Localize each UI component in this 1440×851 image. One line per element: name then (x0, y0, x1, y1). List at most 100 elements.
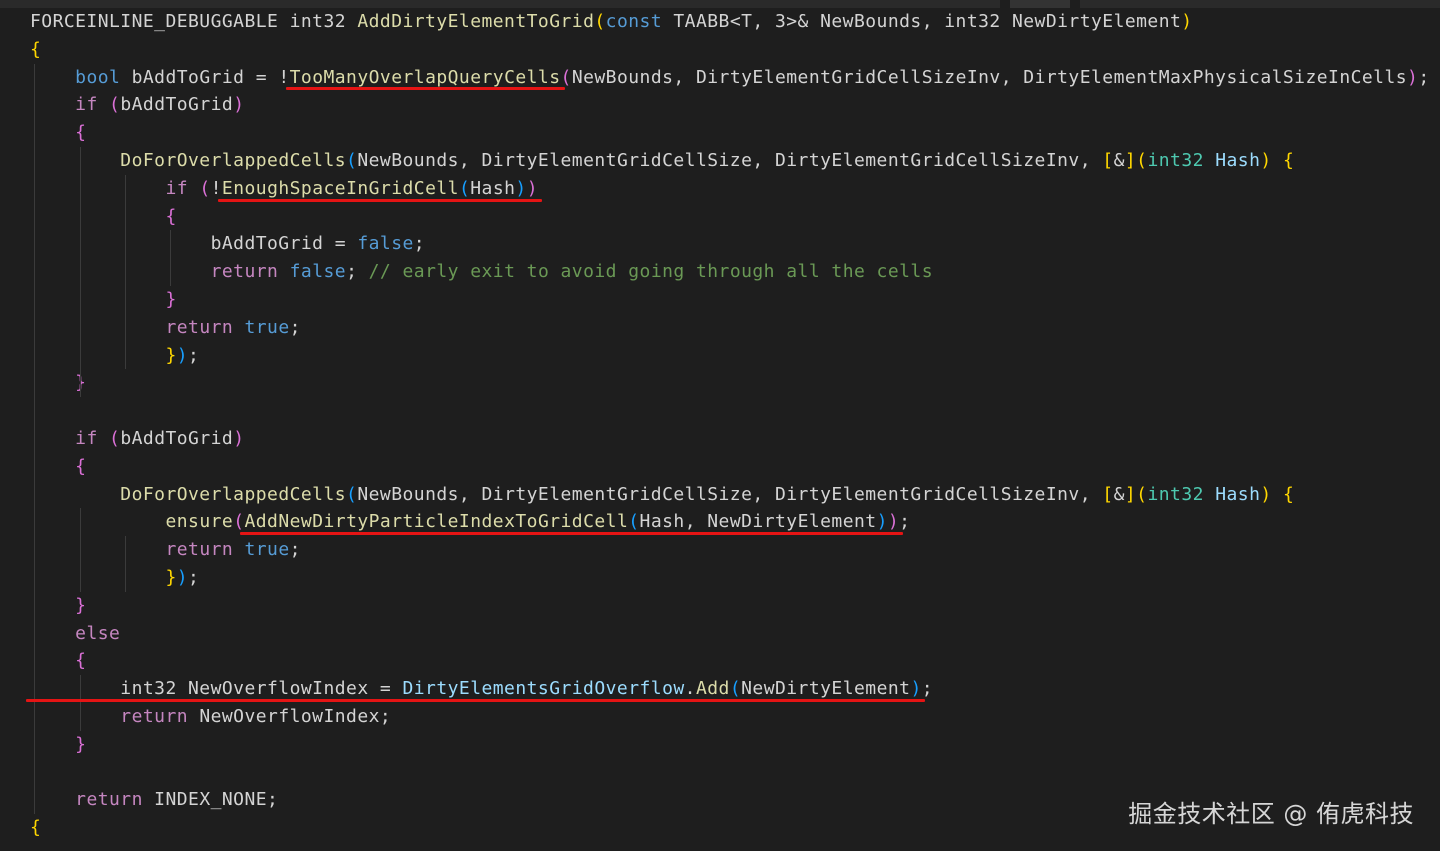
code-line[interactable]: if (bAddToGrid) (30, 91, 245, 119)
code-token: ; (289, 316, 301, 338)
code-token: { (75, 122, 87, 144)
code-token: AddDirtyElementToGrid (357, 11, 595, 32)
code-token: DirtyElementsGridOverflow (402, 678, 685, 700)
code-token: ( (109, 428, 121, 449)
code-token: } (165, 567, 177, 588)
code-token: ; (1418, 66, 1430, 88)
code-token: int32 (1147, 150, 1204, 171)
code-token: DoForOverlappedCells (120, 150, 347, 171)
code-token: DoForOverlappedCells (120, 483, 347, 505)
underline-overflow-add (26, 699, 925, 702)
code-token: ) (1407, 66, 1419, 88)
code-token: NewBounds, DirtyElementGridCellSize, Dir… (357, 150, 1103, 171)
code-token: ; (289, 539, 301, 561)
code-token: ( (1136, 483, 1148, 505)
code-token: & (1113, 150, 1125, 171)
code-line[interactable]: }); (30, 564, 199, 592)
watermark: 掘金技术社区 @ 侑虎科技 (1128, 800, 1414, 828)
code-token: Add (695, 678, 730, 700)
code-token: AddNewDirtyParticleIndexToGridCell (244, 511, 629, 533)
code-token: ( (560, 66, 572, 88)
code-line[interactable]: return true; (30, 314, 301, 342)
code-line[interactable]: DoForOverlappedCells(NewBounds, DirtyEle… (30, 481, 1294, 509)
code-line[interactable]: else (30, 620, 120, 648)
code-line[interactable]: { (30, 119, 86, 147)
code-token: ] (1124, 150, 1137, 171)
code-token: } (75, 733, 87, 755)
code-line[interactable]: } (30, 731, 86, 759)
code-line[interactable]: }); (30, 342, 199, 370)
code-token: NewDirtyElement (741, 678, 911, 700)
code-line[interactable]: if (bAddToGrid) (30, 425, 245, 453)
code-token: ( (199, 177, 211, 199)
code-token: ( (109, 94, 121, 116)
code-line[interactable]: DoForOverlappedCells(NewBounds, DirtyEle… (30, 147, 1294, 175)
code-line[interactable]: bAddToGrid = false; (30, 230, 425, 258)
code-editor[interactable]: FORCEINLINE_DEBUGGABLE int32 AddDirtyEle… (0, 0, 1440, 851)
code-token: return (210, 261, 279, 283)
code-token: ) (910, 678, 922, 700)
code-token: false (289, 261, 347, 283)
code-token: true (244, 539, 290, 561)
code-token: { (1282, 150, 1295, 171)
code-token: Hash (1215, 483, 1261, 505)
code-token: ) (176, 344, 189, 366)
code-token: TooManyOverlapQueryCells (289, 66, 561, 88)
code-token: ; (921, 678, 934, 700)
code-line[interactable]: } (30, 286, 177, 314)
code-line[interactable]: return true; (30, 536, 301, 564)
code-line[interactable]: } (30, 592, 86, 620)
code-line[interactable]: } (30, 369, 86, 397)
code-token: else (75, 622, 121, 644)
code-token: Hash (470, 177, 516, 199)
code-token: ensure (165, 511, 234, 533)
code-token: ] (1124, 483, 1137, 505)
code-line[interactable]: { (30, 453, 86, 481)
code-line[interactable]: bool bAddToGrid = !TooManyOverlapQueryCe… (30, 64, 1430, 92)
code-token: } (165, 344, 177, 366)
code-token: ( (628, 511, 640, 533)
code-line[interactable]: return NewOverflowIndex; (30, 703, 391, 731)
code-token: ; (188, 567, 200, 588)
code-token: ) (515, 177, 527, 199)
code-line[interactable]: { (30, 647, 86, 675)
code-token: return (75, 789, 143, 811)
code-token: ) (1181, 11, 1193, 32)
code-token: } (165, 289, 177, 310)
indent-guide (80, 508, 81, 592)
code-line[interactable]: return false; // early exit to avoid goi… (30, 258, 933, 286)
indent-guide (125, 536, 126, 592)
code-token: { (75, 455, 87, 477)
code-token: bAddToGrid (120, 94, 234, 116)
code-token: const (605, 11, 663, 32)
code-token: { (165, 205, 177, 227)
indent-guide (125, 174, 126, 370)
code-token: ( (346, 483, 358, 505)
code-line[interactable]: FORCEINLINE_DEBUGGABLE int32 AddDirtyEle… (30, 8, 1193, 36)
code-token: if (165, 177, 189, 199)
code-token: ) (1260, 150, 1272, 171)
underline-addnewdirty (240, 532, 903, 536)
code-line[interactable]: { (30, 814, 41, 842)
code-token: { (1282, 483, 1295, 505)
code-token: // early exit to avoid going through all… (368, 261, 933, 283)
code-line[interactable]: { (30, 36, 41, 64)
code-line[interactable]: { (30, 203, 177, 231)
code-line[interactable]: return INDEX_NONE; (30, 786, 278, 814)
code-token: bAddToGrid = ! (120, 66, 290, 88)
code-token: return (120, 706, 189, 727)
